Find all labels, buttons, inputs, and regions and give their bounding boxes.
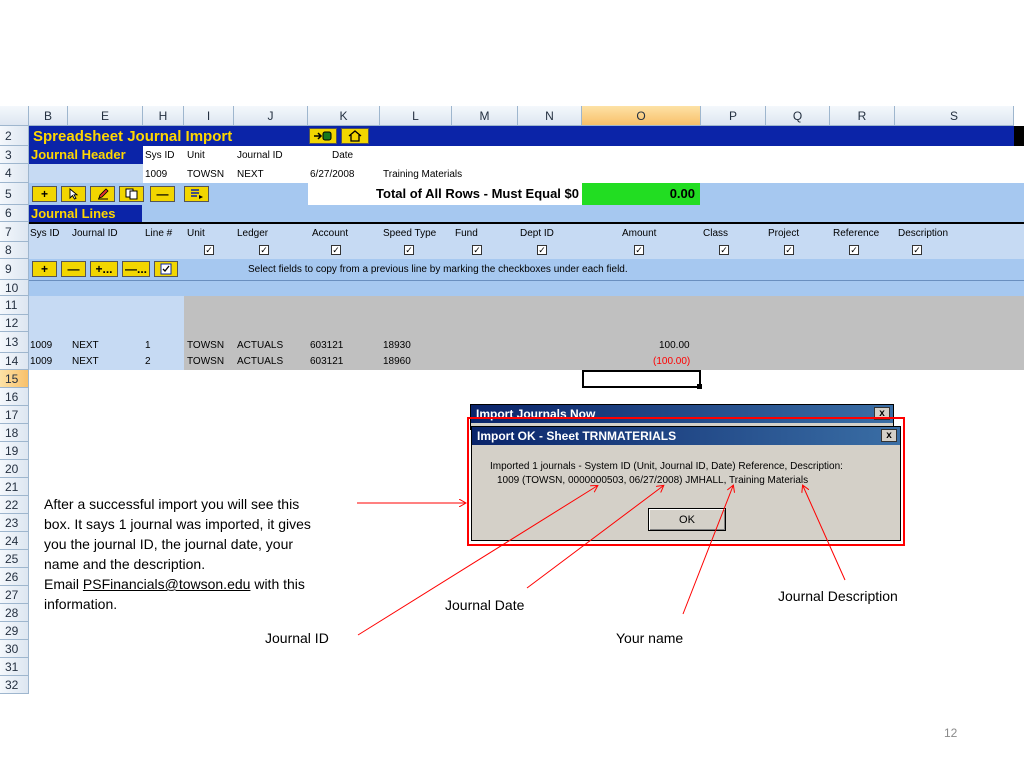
explanation-line: you the journal ID, the journal date, yo… [44,536,294,552]
explanation-line: name and the description. [44,556,206,572]
arrow-journal-description [803,486,846,581]
explanation-email-line: Email PSFinancials@towson.edu with this [44,574,311,594]
email-link[interactable]: PSFinancials@towson.edu [83,576,251,592]
arrow-your-name [682,486,733,615]
page-number: 12 [944,726,958,740]
email-suffix: with this [250,576,305,592]
arrow-journal-date [526,486,663,589]
explanation-line: information. [44,596,118,612]
label-your-name: Your name [616,630,684,646]
callout-arrows [357,0,846,636]
explanation-line: After a successful import you will see t… [44,496,300,512]
explanation-text: After a successful import you will see t… [44,494,313,614]
label-journal-id: Journal ID [265,630,329,646]
label-journal-date: Journal Date [445,597,525,613]
explanation-line: box. It says 1 journal was imported, it … [44,516,311,532]
label-journal-description: Journal Description [778,588,898,604]
email-prefix: Email [44,576,83,592]
